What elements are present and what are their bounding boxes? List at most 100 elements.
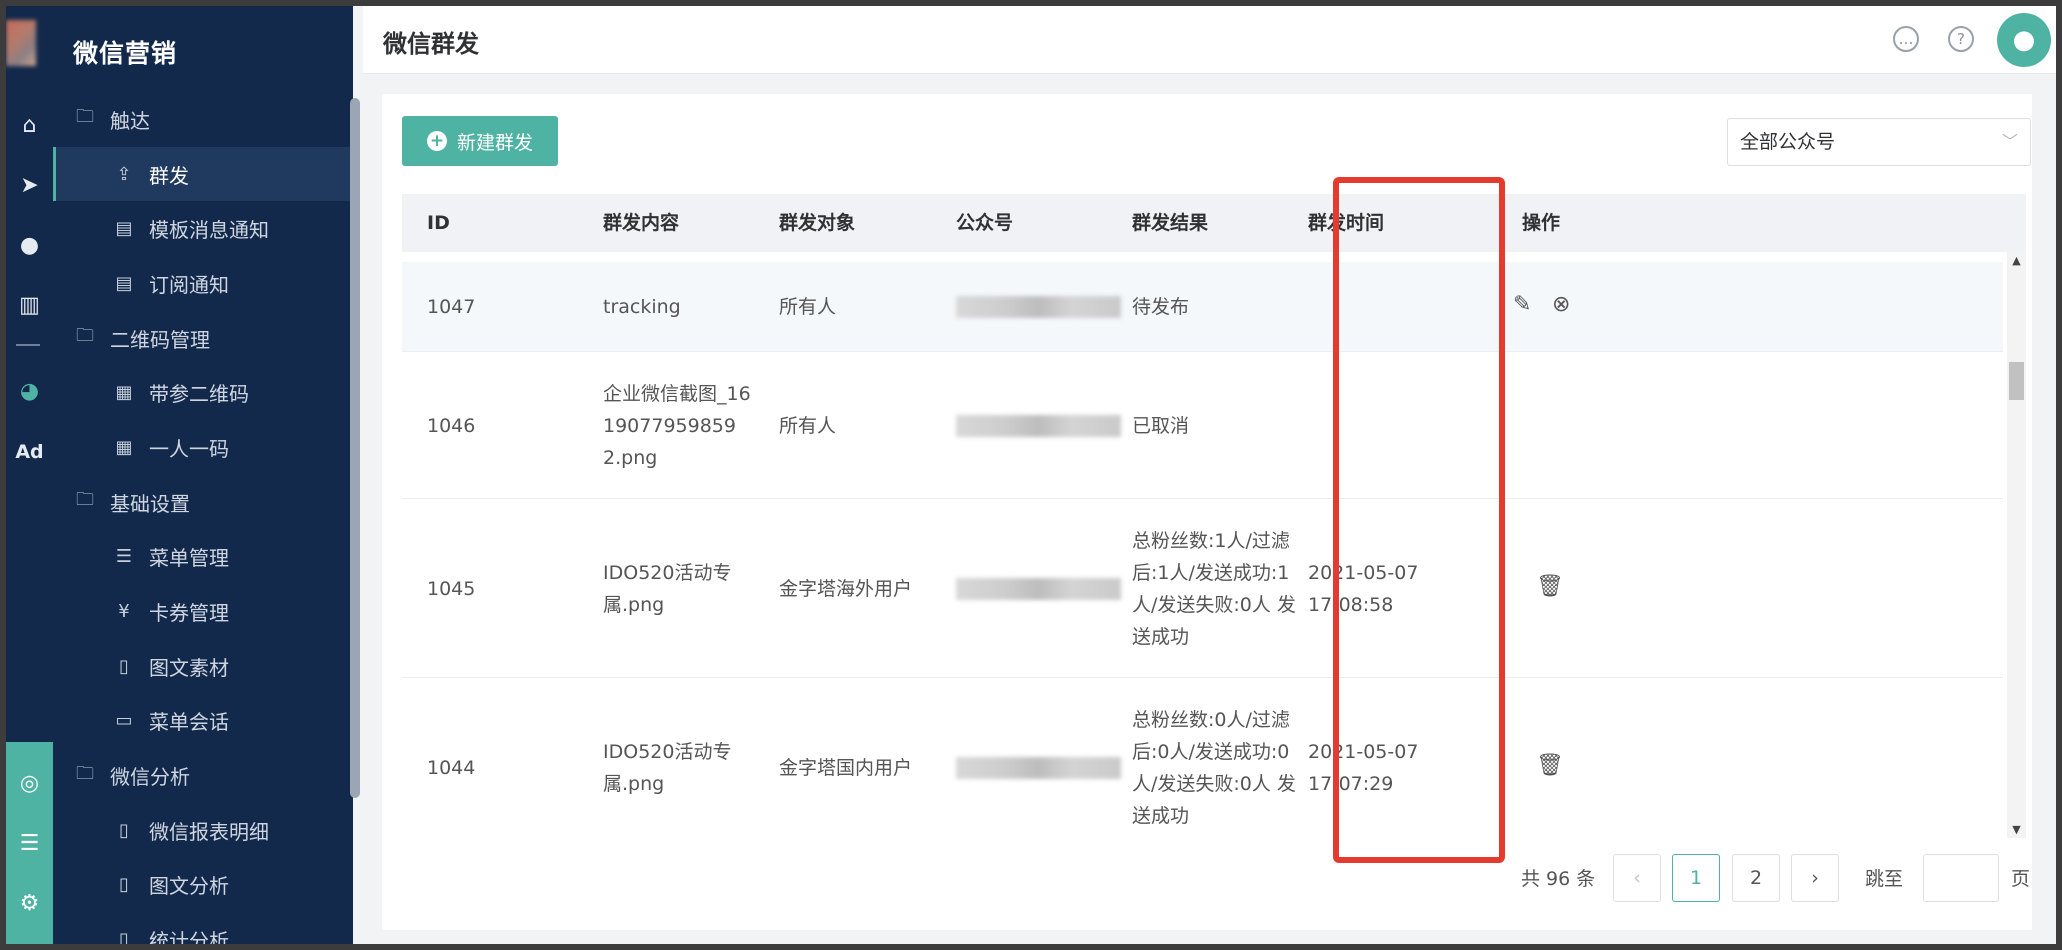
sidebar-item-label: 图文分析 bbox=[149, 874, 229, 899]
folder-icon: 🗀 bbox=[76, 762, 94, 784]
sidebar-item-label: 订阅通知 bbox=[149, 272, 229, 297]
account-blurred bbox=[956, 757, 1121, 779]
document-icon: ▯ bbox=[119, 929, 129, 944]
sidebar-item[interactable]: ▯ 微信报表明细 bbox=[53, 803, 353, 858]
table-row[interactable]: 1047 tracking 所有人 待发布 ✎ ⊗ bbox=[402, 262, 2003, 352]
table-row[interactable]: 1046 企业微信截图_16190779598592.png 所有人 已取消 bbox=[402, 353, 2003, 499]
sidebar-item[interactable]: 🗀 微信分析 bbox=[53, 748, 353, 803]
sidebar-item[interactable]: 🗀 触达 bbox=[53, 92, 353, 147]
user-icon[interactable]: ● bbox=[6, 228, 53, 264]
sidebar-item-label: 卡券管理 bbox=[149, 601, 229, 626]
sidebar-item[interactable]: ▤ 模板消息通知 bbox=[53, 201, 353, 256]
delete-icon[interactable]: 🗑 bbox=[1536, 753, 1564, 778]
subscribe-icon: ▤ bbox=[115, 272, 133, 294]
send-box-icon: ⇪ bbox=[116, 163, 132, 185]
rail-divider bbox=[16, 344, 40, 346]
server-icon[interactable]: ☰ bbox=[6, 826, 53, 862]
settings-icon[interactable]: ⚙ bbox=[6, 886, 53, 922]
cell-target: 金字塔海外用户 bbox=[779, 578, 913, 600]
scroll-down-arrow-icon[interactable]: ▼ bbox=[2007, 823, 2026, 836]
jump-page-input[interactable] bbox=[1923, 854, 1999, 902]
sidebar-item[interactable]: 🗀 基础设置 bbox=[53, 475, 353, 530]
table-row[interactable]: 1045 IDO520活动专属.png 金字塔海外用户 总粉丝数:1人/过滤后:… bbox=[402, 500, 2003, 678]
sidebar-item[interactable]: ¥ 卡券管理 bbox=[53, 584, 353, 639]
plus-circle-icon: + bbox=[426, 131, 447, 151]
sidebar-item-label: 模板消息通知 bbox=[149, 218, 269, 243]
cell-result: 总粉丝数:1人/过滤后:1人/发送成功:1人/发送失败:0人 发送成功 bbox=[1132, 530, 1296, 648]
th-account: 公众号 bbox=[956, 212, 1014, 234]
jump-unit: 页 bbox=[2011, 868, 2031, 890]
highlight-annotation-box bbox=[1333, 177, 1505, 863]
next-page-button[interactable]: › bbox=[1791, 854, 1839, 902]
sidebar-item[interactable]: ▯ 图文分析 bbox=[53, 858, 353, 913]
table-body: 1047 tracking 所有人 待发布 ✎ ⊗ 1046 企业微信截图_16… bbox=[402, 252, 2003, 838]
sidebar-item-label: 统计分析 bbox=[149, 929, 229, 944]
help-icon[interactable]: ? bbox=[1948, 26, 1974, 52]
sidebar-item[interactable]: ▯ 图文素材 bbox=[53, 639, 353, 694]
cell-id: 1047 bbox=[427, 296, 476, 318]
wechat-icon[interactable]: ◕ bbox=[6, 374, 53, 410]
sidebar-item-label: 二维码管理 bbox=[110, 327, 210, 352]
message-icon[interactable]: … bbox=[1893, 26, 1919, 52]
cell-content: 企业微信截图_16190779598592.png bbox=[603, 383, 751, 469]
document-icon: ▯ bbox=[119, 819, 129, 841]
top-header: 微信群发 … ? ● bbox=[363, 6, 2056, 74]
sidebar-item[interactable]: ▭ 菜单会话 bbox=[53, 694, 353, 749]
list-icon: ☰ bbox=[115, 546, 133, 568]
table-scrollbar[interactable]: ▲ ▼ bbox=[2007, 252, 2026, 838]
page-1-button[interactable]: 1 bbox=[1672, 854, 1720, 902]
th-target: 群发对象 bbox=[779, 212, 856, 234]
folder-icon: 🗀 bbox=[76, 489, 94, 511]
cell-content: IDO520活动专属.png bbox=[603, 741, 732, 795]
sidebar-item[interactable]: ▤ 订阅通知 bbox=[53, 256, 353, 311]
coupon-icon: ¥ bbox=[118, 601, 130, 623]
edit-icon[interactable]: ✎ bbox=[1513, 292, 1531, 317]
icon-rail: ⌂ ➤ ● ▥ ◕ Ad ◎ ☰ ⚙ bbox=[6, 6, 53, 944]
sidebar-scrollbar[interactable] bbox=[350, 98, 360, 798]
delete-icon[interactable]: 🗑 bbox=[1536, 574, 1564, 599]
sidebar-item-label: 图文素材 bbox=[149, 655, 229, 680]
chevron-down-icon: ﹀ bbox=[2001, 132, 2018, 151]
sidebar-item[interactable]: ▦ 带参二维码 bbox=[53, 365, 353, 420]
ad-icon[interactable]: Ad bbox=[6, 434, 53, 470]
sidebar-item[interactable]: ▯ 统计分析 bbox=[53, 912, 353, 944]
user-avatar[interactable]: ● bbox=[1997, 13, 2051, 67]
page-2-button[interactable]: 2 bbox=[1732, 854, 1780, 902]
sidebar-item[interactable]: ⇪ 群发 bbox=[53, 146, 353, 202]
message-template-icon: ▤ bbox=[115, 218, 133, 240]
prev-page-button[interactable]: ‹ bbox=[1613, 854, 1661, 902]
sidebar-item-label: 群发 bbox=[149, 163, 189, 188]
folder-icon: 🗀 bbox=[76, 106, 94, 128]
account-select[interactable]: 全部公众号 ﹀ bbox=[1727, 118, 2031, 166]
th-content: 群发内容 bbox=[603, 212, 680, 234]
new-broadcast-button[interactable]: + 新建群发 bbox=[402, 116, 558, 166]
table-row[interactable]: 1044 IDO520活动专属.png 金字塔国内用户 总粉丝数:0人/过滤后:… bbox=[402, 679, 2003, 838]
sidebar-item[interactable]: 🗀 二维码管理 bbox=[53, 311, 353, 366]
rail-bottom-panel: ◎ ☰ ⚙ bbox=[6, 742, 53, 944]
pagination-total: 共 96 条 bbox=[1521, 868, 1596, 890]
cancel-circle-icon[interactable]: ⊗ bbox=[1552, 292, 1570, 317]
account-blurred bbox=[956, 296, 1121, 318]
cell-id: 1046 bbox=[427, 415, 476, 437]
send-icon[interactable]: ➤ bbox=[6, 168, 53, 204]
sidebar-item-label: 菜单管理 bbox=[149, 546, 229, 571]
cell-result: 已取消 bbox=[1132, 415, 1190, 437]
home-icon[interactable]: ⌂ bbox=[6, 108, 53, 144]
new-broadcast-label: 新建群发 bbox=[456, 131, 533, 154]
qrcode-icon: ▦ bbox=[115, 436, 133, 458]
sidebar-item-label: 一人一码 bbox=[149, 436, 229, 461]
sidebar-item[interactable]: ▦ 一人一码 bbox=[53, 420, 353, 475]
scroll-up-arrow-icon[interactable]: ▲ bbox=[2007, 254, 2026, 267]
sidebar-item-label: 带参二维码 bbox=[149, 382, 249, 407]
sidebar-item-label: 微信报表明细 bbox=[149, 819, 269, 844]
bar-chart-icon[interactable]: ▥ bbox=[6, 288, 53, 324]
cell-target: 所有人 bbox=[779, 415, 837, 437]
sidebar-item[interactable]: ☰ 菜单管理 bbox=[53, 530, 353, 585]
content-card: + 新建群发 全部公众号 ﹀ ID 群发内容 群发对象 公众号 群发结果 群发时… bbox=[382, 94, 2032, 930]
cell-result: 总粉丝数:0人/过滤后:0人/发送成功:0人/发送失败:0人 发送成功 bbox=[1132, 709, 1296, 827]
target-icon[interactable]: ◎ bbox=[6, 766, 53, 802]
scroll-thumb[interactable] bbox=[2009, 362, 2024, 400]
sidebar-menu: 微信营销 🗀 触达 ⇪ 群发 ▤ 模板消息通知 ▤ 订阅通知 🗀 二维码管理 ▦ 带参二维码 ▦ 一人一码… bbox=[53, 6, 360, 944]
sidebar-item-label: 菜单会话 bbox=[149, 710, 229, 735]
sidebar-title: 微信营销 bbox=[73, 39, 178, 68]
